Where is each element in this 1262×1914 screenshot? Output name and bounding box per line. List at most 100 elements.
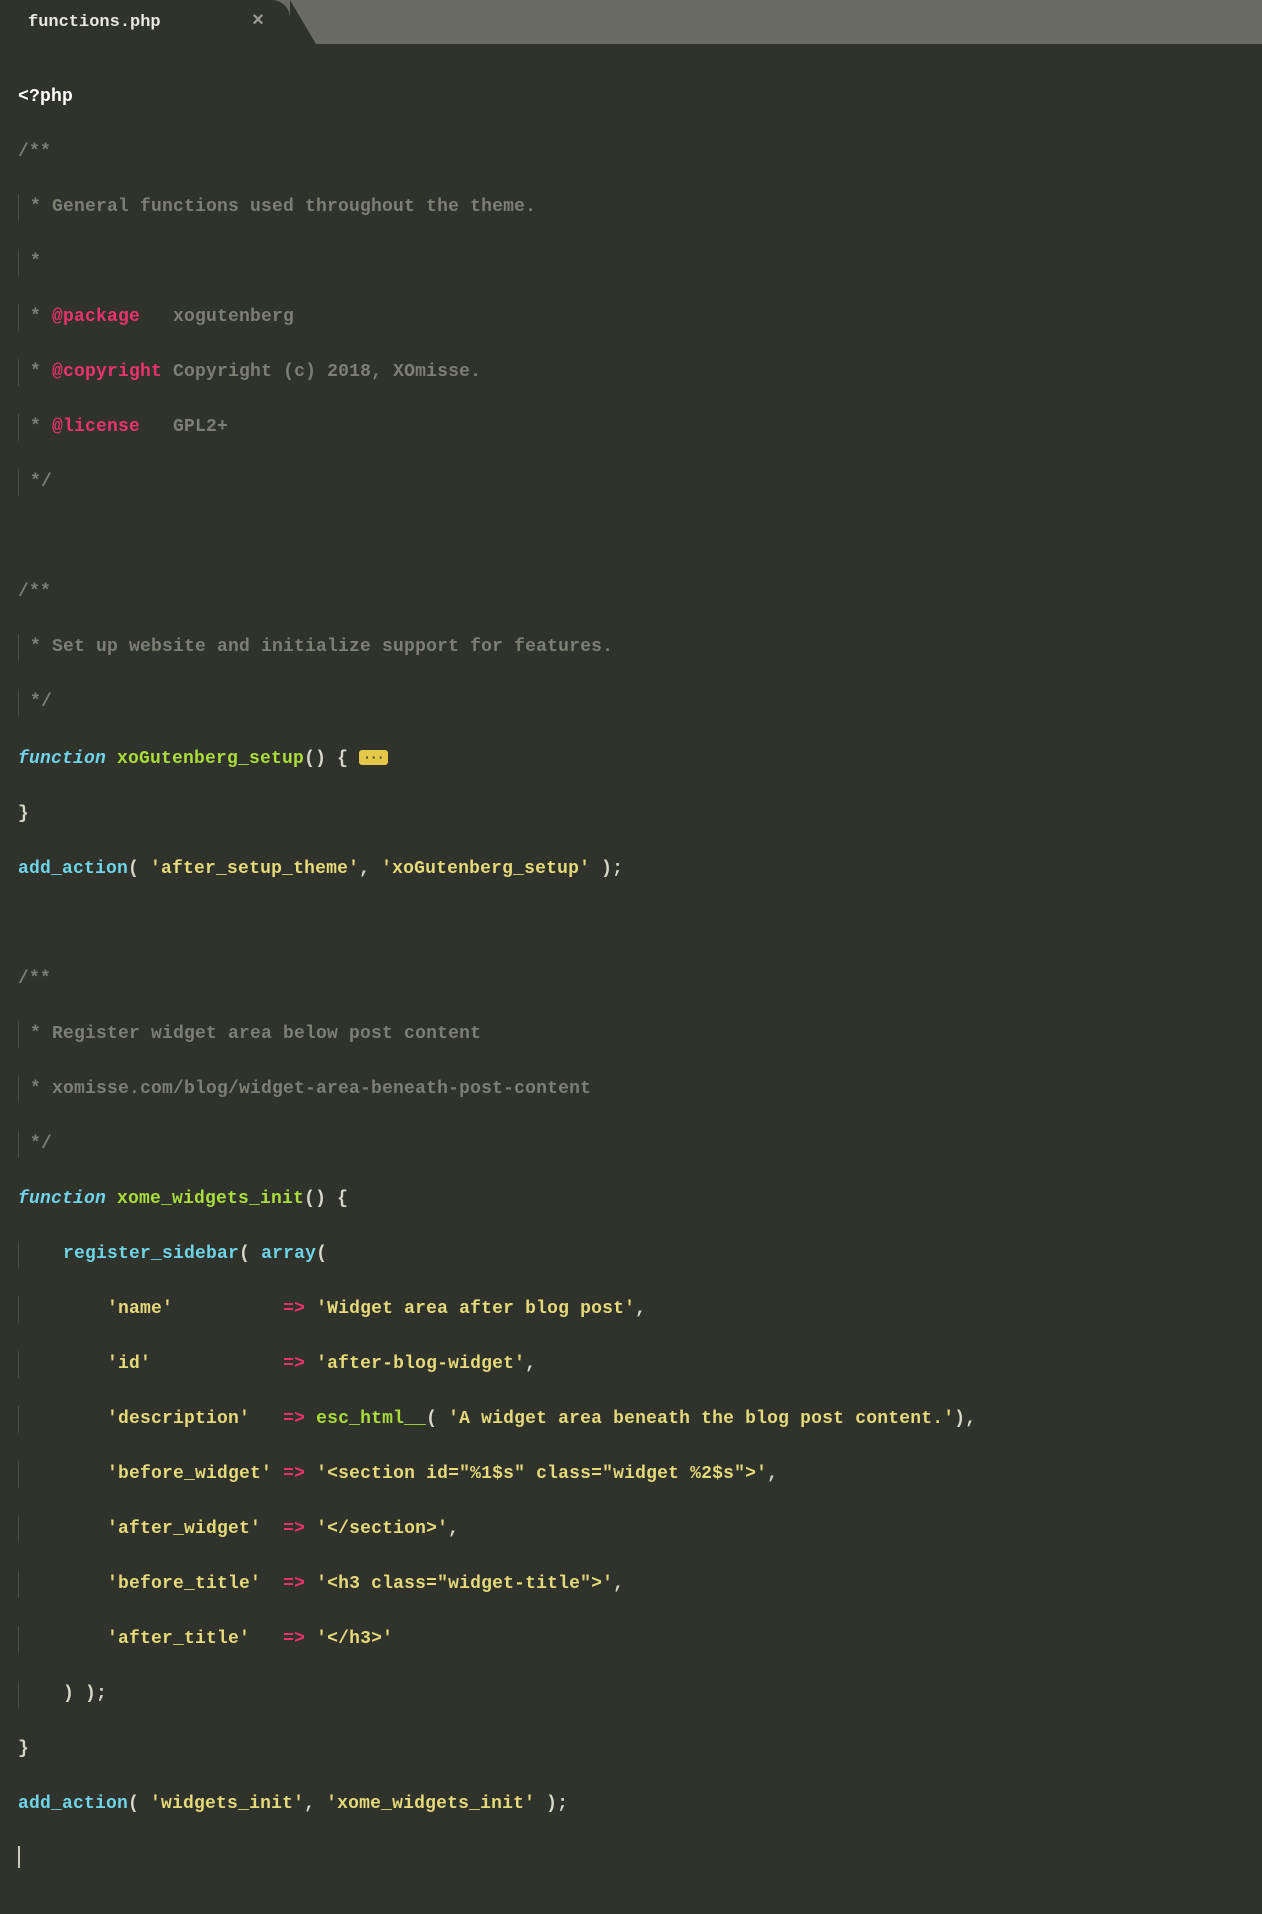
text-cursor-icon <box>18 1846 20 1868</box>
parens: () <box>304 749 326 769</box>
arrow-op: => <box>283 1299 305 1319</box>
pad <box>250 1629 283 1649</box>
indent <box>19 1629 107 1649</box>
close-icon[interactable]: × <box>246 10 270 34</box>
docblock-line: * General functions used throughout the … <box>19 197 536 217</box>
doctag-package: @package <box>52 307 140 327</box>
function-name: xome_widgets_init <box>106 1189 304 1209</box>
file-tab[interactable]: functions.php × <box>0 0 290 44</box>
docblock-value: xogutenberg <box>140 307 294 327</box>
paren-close: ) ); <box>63 1684 107 1704</box>
docblock-line: /** <box>18 142 51 162</box>
doctag-copyright: @copyright <box>52 362 162 382</box>
function-call: add_action <box>18 859 128 879</box>
comma: , <box>448 1519 459 1539</box>
arrow-op: => <box>283 1574 305 1594</box>
tab-bar: functions.php × <box>0 0 1262 44</box>
docblock-line: */ <box>19 1134 52 1154</box>
docblock-line: * <box>19 252 41 272</box>
brace-close: } <box>18 804 29 824</box>
arrow-op: => <box>283 1409 305 1429</box>
paren-open: ( <box>128 859 150 879</box>
comma: , <box>965 1409 976 1429</box>
brace-open: { <box>326 749 348 769</box>
comma: , <box>613 1574 624 1594</box>
indent <box>19 1244 63 1264</box>
docblock-line: /** <box>18 969 51 989</box>
arrow-op: => <box>283 1519 305 1539</box>
comma: , <box>635 1299 646 1319</box>
pad <box>250 1409 283 1429</box>
docblock-line: /** <box>18 582 51 602</box>
pad <box>151 1354 283 1374</box>
docblock-prefix: * <box>19 362 52 382</box>
indent <box>19 1354 107 1374</box>
paren-close: ); <box>535 1794 568 1814</box>
function-call: register_sidebar <box>63 1244 239 1264</box>
paren-open: ( <box>128 1794 150 1814</box>
array-value: '</section>' <box>305 1519 448 1539</box>
keyword-array: array <box>261 1244 316 1264</box>
indent <box>19 1684 63 1704</box>
pad <box>261 1519 283 1539</box>
indent <box>19 1464 107 1484</box>
indent <box>19 1574 107 1594</box>
array-key: 'description' <box>107 1409 250 1429</box>
php-open-tag: <?php <box>18 87 73 107</box>
brace-open: { <box>326 1189 348 1209</box>
array-key: 'id' <box>107 1354 151 1374</box>
paren-close: ) <box>954 1409 965 1429</box>
code-fold-icon[interactable]: ··· <box>359 750 387 765</box>
docblock-line: */ <box>19 472 52 492</box>
function-name: xoGutenberg_setup <box>106 749 304 769</box>
arrow-op: => <box>283 1464 305 1484</box>
function-call: add_action <box>18 1794 128 1814</box>
array-key: 'name' <box>107 1299 173 1319</box>
comma: , <box>304 1794 326 1814</box>
docblock-line: */ <box>19 692 52 712</box>
string-arg: 'xome_widgets_init' <box>326 1794 535 1814</box>
array-value: '<section id="%1$s" class="widget %2$s">… <box>305 1464 767 1484</box>
comma: , <box>767 1464 778 1484</box>
paren-open: ( <box>426 1409 448 1429</box>
paren-open: ( <box>316 1244 327 1264</box>
paren-open: ( <box>239 1244 261 1264</box>
arrow-op: => <box>283 1354 305 1374</box>
docblock-prefix: * <box>19 307 52 327</box>
brace-close: } <box>18 1739 29 1759</box>
string-arg: 'xoGutenberg_setup' <box>381 859 590 879</box>
comma: , <box>359 859 381 879</box>
array-value: '<h3 class="widget-title">' <box>305 1574 613 1594</box>
code-editor[interactable]: <?php /** * General functions used throu… <box>0 44 1262 1914</box>
indent <box>19 1409 107 1429</box>
array-value: 'Widget area after blog post' <box>305 1299 635 1319</box>
array-key: 'after_widget' <box>107 1519 261 1539</box>
docblock-value: GPL2+ <box>140 417 228 437</box>
pad <box>261 1574 283 1594</box>
string-arg: 'after_setup_theme' <box>150 859 359 879</box>
doctag-license: @license <box>52 417 140 437</box>
docblock-line: * xomisse.com/blog/widget-area-beneath-p… <box>19 1079 591 1099</box>
array-value: 'after-blog-widget' <box>305 1354 525 1374</box>
docblock-line: * Set up website and initialize support … <box>19 637 613 657</box>
function-call: esc_html__ <box>305 1409 426 1429</box>
docblock-line: * Register widget area below post conten… <box>19 1024 481 1044</box>
array-key: 'before_title' <box>107 1574 261 1594</box>
keyword-function: function <box>18 1189 106 1209</box>
indent <box>19 1299 107 1319</box>
array-key: 'after_title' <box>107 1629 250 1649</box>
parens: () <box>304 1189 326 1209</box>
array-key: 'before_widget' <box>107 1464 272 1484</box>
paren-close: ); <box>590 859 623 879</box>
indent <box>19 1519 107 1539</box>
string-arg: 'widgets_init' <box>150 1794 304 1814</box>
pad <box>173 1299 283 1319</box>
comma: , <box>525 1354 536 1374</box>
pad <box>272 1464 283 1484</box>
tab-filename: functions.php <box>28 13 161 32</box>
docblock-prefix: * <box>19 417 52 437</box>
keyword-function: function <box>18 749 106 769</box>
arrow-op: => <box>283 1629 305 1649</box>
string-arg: 'A widget area beneath the blog post con… <box>448 1409 954 1429</box>
docblock-value: Copyright (c) 2018, XOmisse. <box>162 362 481 382</box>
